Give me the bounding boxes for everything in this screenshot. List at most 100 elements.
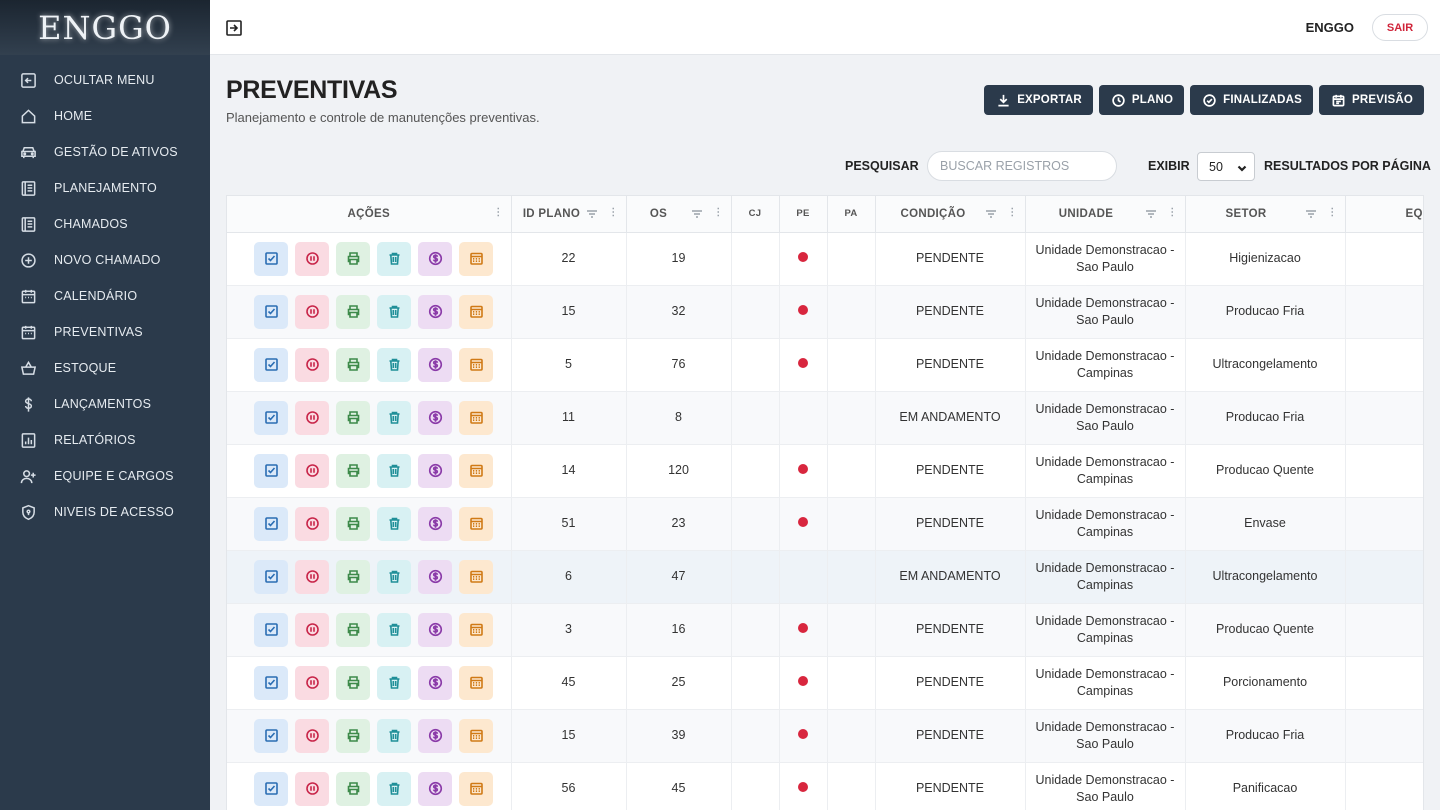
sidebar-item-estoque[interactable]: ESTOQUE [0, 350, 210, 386]
confirm-button[interactable] [254, 241, 289, 276]
col-header-actions[interactable]: AÇÕES ⋮ [227, 196, 512, 233]
col-header-sector[interactable]: SETOR ⋮ [1185, 196, 1346, 233]
toggle-menu-icon[interactable] [226, 20, 242, 36]
print-button[interactable] [336, 241, 371, 276]
col-header-condition[interactable]: CONDIÇÃO ⋮ [875, 196, 1026, 233]
col-header-id-plan[interactable]: ID PLANO ⋮ [511, 196, 627, 233]
delete-button[interactable] [377, 771, 412, 806]
table-row[interactable]: 56 45 PENDENTE Unidade Demonstracao - Sao Pa… [227, 762, 1423, 810]
cost-button[interactable] [418, 612, 453, 647]
filter-icon[interactable] [985, 208, 997, 220]
print-button[interactable] [336, 559, 371, 594]
delete-button[interactable] [377, 347, 412, 382]
table-row[interactable]: 51 23 PENDENTE Unidade Demonstracao - Campin… [227, 497, 1423, 551]
sidebar-item-gest-o-de-ativos[interactable]: GESTÃO DE ATIVOS [0, 134, 210, 170]
col-header-equipment[interactable]: EQU [1345, 196, 1423, 233]
filter-icon[interactable] [586, 208, 598, 220]
schedule-button[interactable] [459, 347, 494, 382]
confirm-button[interactable] [254, 506, 289, 541]
filter-icon[interactable] [1145, 208, 1157, 220]
finished-button[interactable]: FINALIZADAS [1190, 85, 1313, 115]
sidebar-item-preventivas[interactable]: PREVENTIVAS [0, 314, 210, 350]
schedule-button[interactable] [459, 665, 494, 700]
col-header-pa[interactable]: PA [827, 196, 876, 233]
sort-icon[interactable]: ⋮ [1327, 207, 1337, 218]
schedule-button[interactable] [459, 718, 494, 753]
sort-icon[interactable]: ⋮ [608, 207, 618, 218]
sidebar-item-novo-chamado[interactable]: NOVO CHAMADO [0, 242, 210, 278]
schedule-button[interactable] [459, 612, 494, 647]
cost-button[interactable] [418, 294, 453, 329]
table-row[interactable]: 6 47 EM ANDAMENTO Unidade Demonstracao - Cam… [227, 550, 1423, 604]
sidebar-item-planejamento[interactable]: PLANEJAMENTO [0, 170, 210, 206]
table-row[interactable]: 45 25 PENDENTE Unidade Demonstracao - Campin… [227, 656, 1423, 710]
print-button[interactable] [336, 347, 371, 382]
filter-icon[interactable] [691, 208, 703, 220]
sidebar-item-lan-amentos[interactable]: LANÇAMENTOS [0, 386, 210, 422]
confirm-button[interactable] [254, 453, 289, 488]
table-row[interactable]: 22 19 PENDENTE Unidade Demonstracao - Sao Pa… [227, 232, 1423, 286]
sidebar-item-equipe-e-cargos[interactable]: EQUIPE E CARGOS [0, 458, 210, 494]
sort-icon[interactable]: ⋮ [493, 207, 503, 218]
sort-icon[interactable]: ⋮ [1167, 207, 1177, 218]
plan-button[interactable]: PLANO [1098, 85, 1185, 115]
col-header-os[interactable]: OS ⋮ [626, 196, 732, 233]
schedule-button[interactable] [459, 771, 494, 806]
delete-button[interactable] [377, 718, 412, 753]
pause-button[interactable] [295, 665, 330, 700]
pause-button[interactable] [295, 241, 330, 276]
cost-button[interactable] [418, 559, 453, 594]
print-button[interactable] [336, 771, 371, 806]
logo[interactable]: ENGGO [0, 0, 210, 55]
table-row[interactable]: 3 16 PENDENTE Unidade Demonstracao - Campina… [227, 603, 1423, 657]
cost-button[interactable] [418, 400, 453, 435]
search-input[interactable] [927, 151, 1117, 181]
delete-button[interactable] [377, 453, 412, 488]
pause-button[interactable] [295, 347, 330, 382]
schedule-button[interactable] [459, 453, 494, 488]
table-row[interactable]: 15 32 PENDENTE Unidade Demonstracao - Sao Pa… [227, 285, 1423, 339]
col-header-pe[interactable]: PE [779, 196, 828, 233]
pause-button[interactable] [295, 400, 330, 435]
col-header-unit[interactable]: UNIDADE ⋮ [1025, 196, 1186, 233]
filter-icon[interactable] [1305, 208, 1317, 220]
table-row[interactable]: 5 76 PENDENTE Unidade Demonstracao - Campina… [227, 338, 1423, 392]
pause-button[interactable] [295, 771, 330, 806]
sidebar-item-chamados[interactable]: CHAMADOS [0, 206, 210, 242]
logout-button[interactable]: SAIR [1372, 14, 1428, 41]
export-button[interactable]: EXPORTAR [984, 85, 1093, 115]
sidebar-item-niveis-de-acesso[interactable]: NIVEIS DE ACESSO [0, 494, 210, 530]
cost-button[interactable] [418, 453, 453, 488]
schedule-button[interactable] [459, 559, 494, 594]
table-row[interactable]: 15 39 PENDENTE Unidade Demonstracao - Sao Pa… [227, 709, 1423, 763]
confirm-button[interactable] [254, 294, 289, 329]
confirm-button[interactable] [254, 612, 289, 647]
confirm-button[interactable] [254, 771, 289, 806]
forecast-button[interactable]: PREVISÃO [1318, 85, 1424, 115]
confirm-button[interactable] [254, 559, 289, 594]
print-button[interactable] [336, 718, 371, 753]
sort-icon[interactable]: ⋮ [713, 207, 723, 218]
print-button[interactable] [336, 294, 371, 329]
sidebar-item-ocultar-menu[interactable]: OCULTAR MENU [0, 62, 210, 98]
sort-icon[interactable]: ⋮ [1007, 207, 1017, 218]
print-button[interactable] [336, 400, 371, 435]
delete-button[interactable] [377, 294, 412, 329]
cost-button[interactable] [418, 771, 453, 806]
pause-button[interactable] [295, 294, 330, 329]
confirm-button[interactable] [254, 718, 289, 753]
print-button[interactable] [336, 506, 371, 541]
cost-button[interactable] [418, 665, 453, 700]
col-header-cj[interactable]: CJ [731, 196, 780, 233]
schedule-button[interactable] [459, 294, 494, 329]
delete-button[interactable] [377, 506, 412, 541]
pause-button[interactable] [295, 559, 330, 594]
table-row[interactable]: 14 120 PENDENTE Unidade Demonstracao - Campi… [227, 444, 1423, 498]
cost-button[interactable] [418, 347, 453, 382]
cost-button[interactable] [418, 718, 453, 753]
delete-button[interactable] [377, 665, 412, 700]
pause-button[interactable] [295, 453, 330, 488]
schedule-button[interactable] [459, 506, 494, 541]
delete-button[interactable] [377, 559, 412, 594]
sidebar-item-relat-rios[interactable]: RELATÓRIOS [0, 422, 210, 458]
